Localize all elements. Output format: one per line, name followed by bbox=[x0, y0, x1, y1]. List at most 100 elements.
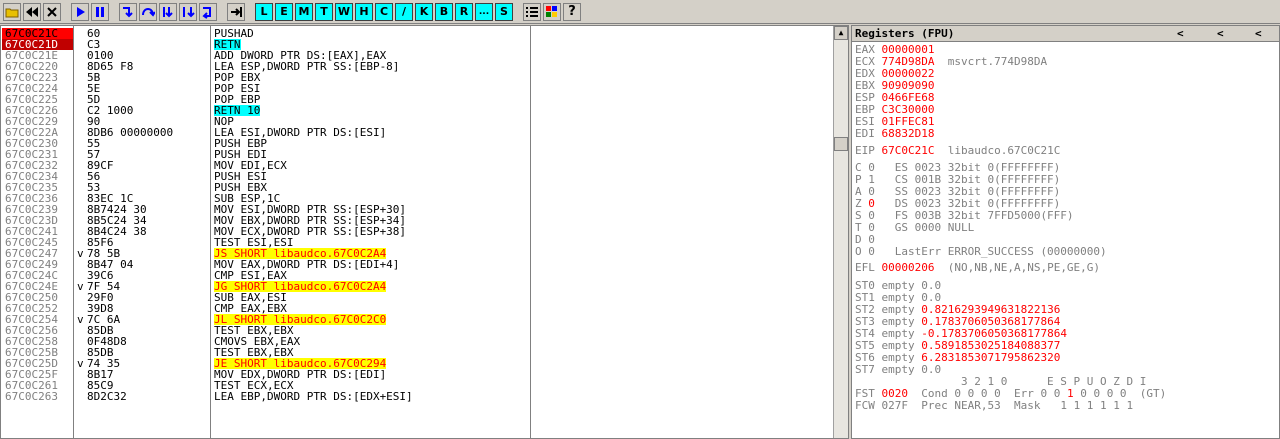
register-value: 00000206 bbox=[881, 261, 935, 274]
fcw-label: FCW bbox=[855, 399, 882, 412]
hex-cell: 60 bbox=[87, 27, 101, 40]
flag-name: O bbox=[855, 245, 869, 258]
registers-header: Registers (FPU) < < < bbox=[852, 26, 1279, 42]
fpu-value: 6.2831853071795862320 bbox=[921, 351, 1061, 364]
segment-info: LastErr ERROR_SUCCESS (00000000) bbox=[874, 245, 1107, 258]
rewind-icon[interactable] bbox=[23, 2, 41, 21]
execute-till-return-icon[interactable] bbox=[199, 2, 217, 21]
disasm-row[interactable]: 67C0C230 55 PUSH EBP bbox=[1, 138, 834, 149]
toolbar-letter-button[interactable]: T bbox=[315, 2, 333, 21]
disasm-row[interactable]: 67C0C224 5E POP ESI bbox=[1, 83, 834, 94]
disasm-row[interactable]: 67C0C252 39D8 CMP EAX,EBX bbox=[1, 303, 834, 314]
register-name: EDI bbox=[855, 127, 882, 140]
register-comment: (NO,NB,NE,A,NS,PE,GE,G) bbox=[934, 261, 1101, 274]
register-name: EIP bbox=[855, 144, 882, 157]
disasm-row[interactable]: 67C0C258 0F48D8 CMOVS EBX,EAX bbox=[1, 336, 834, 347]
jump-marker: v bbox=[77, 313, 84, 326]
scroll-thumb[interactable] bbox=[834, 137, 848, 151]
hex-cell: 56 bbox=[87, 170, 101, 183]
toolbar-letter-button[interactable]: R bbox=[455, 2, 473, 21]
disasm-row[interactable]: 67C0C234 56 PUSH ESI bbox=[1, 171, 834, 182]
fcw-value: 027F bbox=[881, 399, 909, 412]
disassembly-scrollbar[interactable]: ▲ bbox=[833, 26, 848, 438]
address-cell: 67C0C263 bbox=[5, 390, 58, 403]
hex-cell: 55 bbox=[87, 137, 101, 150]
grid-icon[interactable] bbox=[543, 2, 561, 21]
help-icon[interactable]: ? bbox=[563, 2, 581, 21]
flag-value: 0 bbox=[868, 245, 875, 258]
arrow-left-icon[interactable]: < bbox=[1177, 26, 1184, 41]
disasm-row[interactable]: 67C0C223 5B POP EBX bbox=[1, 72, 834, 83]
toolbar-letter-button[interactable]: B bbox=[435, 2, 453, 21]
register-value: 67C0C21C bbox=[881, 144, 935, 157]
disasm-row[interactable]: 67C0C25D v 74 35 JE SHORT libaudco.67C0C294 bbox=[1, 358, 834, 369]
register-row[interactable]: EIP 67C0C21C libaudco.67C0C21C bbox=[855, 145, 1060, 157]
arrow-left-icon[interactable]: < bbox=[1255, 26, 1262, 41]
hex-cell: 5B bbox=[87, 71, 101, 84]
asm-cell: LEA EBP,DWORD PTR DS:[EDX+ESI] bbox=[214, 390, 413, 403]
run-icon[interactable] bbox=[71, 2, 89, 21]
toolbar-letter-button[interactable]: L bbox=[255, 2, 273, 21]
disasm-row[interactable]: 67C0C25B 85DB TEST EBX,EBX bbox=[1, 347, 834, 358]
fcw-detail: Prec NEAR,53 Mask 1 1 1 1 1 1 bbox=[908, 399, 1134, 412]
disasm-row[interactable]: 67C0C21C 60 PUSHAD bbox=[1, 28, 834, 39]
disasm-row[interactable]: 67C0C250 29F0 SUB EAX,ESI bbox=[1, 292, 834, 303]
close-icon[interactable] bbox=[43, 2, 61, 21]
disasm-row[interactable]: 67C0C254 v 7C 6A JL SHORT libaudco.67C0C2C0 bbox=[1, 314, 834, 325]
toolbar-letter-button[interactable]: W bbox=[335, 2, 353, 21]
jump-marker: v bbox=[77, 247, 84, 260]
segment-info: GS 0000 NULL bbox=[874, 221, 975, 234]
hex-cell: C2 1000 bbox=[87, 104, 134, 117]
jump-marker: v bbox=[77, 357, 84, 370]
toolbar-letter-button[interactable]: S bbox=[495, 2, 513, 21]
disasm-row[interactable]: 67C0C249 8B47 04 MOV EAX,DWORD PTR DS:[EDI… bbox=[1, 259, 834, 270]
disasm-row[interactable]: 67C0C245 85F6 TEST ESI,ESI bbox=[1, 237, 834, 248]
toolbar-letter-button[interactable]: ... bbox=[475, 2, 493, 21]
disasm-row[interactable]: 67C0C21D C3 RETN bbox=[1, 39, 834, 50]
disasm-row[interactable]: 67C0C25F 8B17 MOV EDX,DWORD PTR DS:[EDI] bbox=[1, 369, 834, 380]
go-to-icon[interactable] bbox=[227, 2, 245, 21]
open-icon[interactable] bbox=[3, 2, 21, 21]
disasm-row[interactable]: 67C0C232 89CF MOV EDI,ECX bbox=[1, 160, 834, 171]
arrow-left-icon[interactable]: < bbox=[1217, 26, 1224, 41]
disasm-row[interactable]: 67C0C263 8D2C32 LEA EBP,DWORD PTR DS:[EDX+… bbox=[1, 391, 834, 402]
disasm-row[interactable]: 67C0C22A 8DB6 00000000 LEA ESI,DWORD PTR D… bbox=[1, 127, 834, 138]
toolbar: L E M T W H C / K B R... S ? bbox=[0, 0, 1280, 24]
disasm-row[interactable]: 67C0C241 8B4C24 38 MOV ECX,DWORD PTR SS:[E… bbox=[1, 226, 834, 237]
register-comment: msvcrt.774D98DA bbox=[934, 55, 1048, 68]
trace-into-icon[interactable] bbox=[159, 2, 177, 21]
register-value: 68832D18 bbox=[881, 127, 935, 140]
registers-title: Registers (FPU) bbox=[855, 27, 955, 40]
toolbar-letter-button[interactable]: H bbox=[355, 2, 373, 21]
fcw-row[interactable]: FCW 027F Prec NEAR,53 Mask 1 1 1 1 1 1 bbox=[855, 400, 1133, 412]
register-row[interactable]: EFL 00000206 (NO,NB,NE,A,NS,PE,GE,G) bbox=[855, 262, 1100, 274]
disasm-row[interactable]: 67C0C24E v 7F 54 JG SHORT libaudco.67C0C2A4 bbox=[1, 281, 834, 292]
toolbar-letter-button[interactable]: K bbox=[415, 2, 433, 21]
register-comment: libaudco.67C0C21C bbox=[934, 144, 1061, 157]
hex-cell: 8D2C32 bbox=[87, 390, 127, 403]
flag-row[interactable]: O 0 LastErr ERROR_SUCCESS (00000000) bbox=[855, 246, 1107, 258]
disasm-row[interactable]: 67C0C226 C2 1000 RETN 10 bbox=[1, 105, 834, 116]
toolbar-letter-button[interactable]: C bbox=[375, 2, 393, 21]
disasm-row[interactable]: 67C0C220 8D65 F8 LEA ESP,DWORD PTR SS:[EBP… bbox=[1, 61, 834, 72]
scroll-up-arrow-icon[interactable]: ▲ bbox=[834, 26, 848, 40]
step-into-icon[interactable] bbox=[119, 2, 137, 21]
jump-marker: v bbox=[77, 280, 84, 293]
list-icon[interactable] bbox=[523, 2, 541, 21]
toolbar-letter-button[interactable]: / bbox=[395, 2, 413, 21]
toolbar-letter-button[interactable]: E bbox=[275, 2, 293, 21]
step-over-icon[interactable] bbox=[139, 2, 157, 21]
disasm-row[interactable]: 67C0C231 57 PUSH EDI bbox=[1, 149, 834, 160]
hex-cell: 8DB6 00000000 bbox=[87, 126, 174, 139]
toolbar-letter-button[interactable]: M bbox=[295, 2, 313, 21]
hex-cell: 89CF bbox=[87, 159, 114, 172]
hex-cell: 8D65 F8 bbox=[87, 60, 134, 73]
disasm-row[interactable]: 67C0C24C 39C6 CMP ESI,EAX bbox=[1, 270, 834, 281]
registers-pane[interactable]: Registers (FPU) < < < EAX 00000001 ECX 77… bbox=[851, 25, 1280, 439]
trace-over-icon[interactable] bbox=[179, 2, 197, 21]
hex-cell: 5E bbox=[87, 82, 101, 95]
pause-icon[interactable] bbox=[91, 2, 109, 21]
register-row[interactable]: EDI 68832D18 bbox=[855, 128, 934, 140]
disassembly-pane[interactable]: 67C0C21C 60 PUSHAD 67C0C21D C3 RETN 67C0C21E 01… bbox=[0, 25, 849, 439]
register-name: EFL bbox=[855, 261, 882, 274]
